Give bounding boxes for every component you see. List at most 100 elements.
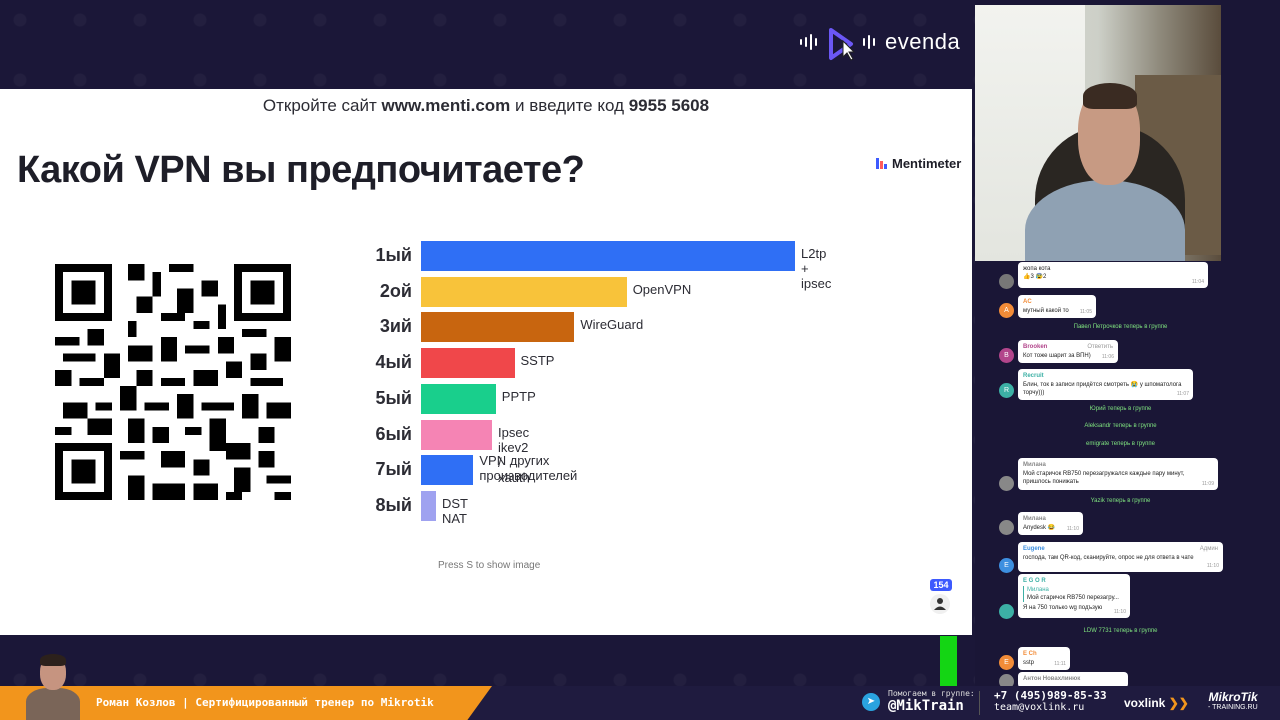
bar: [421, 241, 795, 271]
bar-rank-label: 6ый: [375, 423, 412, 444]
chat-message[interactable]: E Ch sstp 11:11: [1018, 647, 1070, 670]
presentation-slide: Откройте сайт www.menti.com и введите ко…: [0, 89, 972, 635]
slide-instructions: Откройте сайт www.menti.com и введите ко…: [0, 96, 972, 116]
chat-system-message: Павел Петрочков теперь в группе: [1073, 324, 1168, 330]
bar: [421, 419, 493, 450]
chat-text: Я на 750 только wg подъзую: [1023, 605, 1103, 611]
chat-author[interactable]: Brooken Ответить: [1023, 343, 1113, 351]
chat-action: Админ: [1199, 546, 1218, 552]
chat-system-message: Yazik теперь в группе: [1090, 498, 1151, 504]
bar-rank-label: 3ий: [379, 316, 412, 337]
contact-phone[interactable]: +7 (495)989-85-33: [994, 689, 1107, 702]
chat-message[interactable]: Recruit Блин, ток в записи придётся смотр…: [1018, 369, 1193, 400]
presenter-webcam: [975, 5, 1221, 261]
person-icon: [930, 594, 950, 614]
voxlink-logo: voxlink ❯❯: [1124, 696, 1189, 710]
chat-author[interactable]: Милана: [1023, 461, 1213, 469]
chat-time: 11:10: [1206, 563, 1219, 569]
chat-time: 11:11: [1054, 661, 1066, 667]
bar: [421, 383, 496, 414]
bar: [421, 348, 515, 379]
webcam-person-hair: [1083, 83, 1137, 109]
bar-rank-label: 8ый: [375, 494, 412, 515]
bar-option-label: DST NAT: [441, 495, 468, 526]
chat-time: 11:04: [1191, 279, 1204, 285]
menti-code: 9955 5608: [628, 96, 710, 115]
mentimeter-label: Mentimeter: [892, 156, 962, 171]
presenter-name: Роман Козлов | Сертифицированный тренер …: [96, 696, 434, 709]
chat-avatar[interactable]: [999, 520, 1014, 535]
chat-author[interactable]: AC: [1023, 298, 1091, 306]
bar: [421, 276, 627, 307]
response-count-badge: 154: [930, 579, 952, 591]
bar-rank-label: 4ый: [375, 352, 412, 373]
bar-rank-label: 2ой: [379, 280, 412, 301]
evenda-logo: evenda: [800, 22, 960, 62]
bar-rank-label: 1ый: [375, 245, 412, 265]
chat-action: Ответить: [1087, 344, 1113, 350]
play-cursor-icon: [827, 27, 856, 61]
chat-reactions[interactable]: 👍3 😰2: [1023, 273, 1203, 281]
qr-code-icon[interactable]: [53, 264, 293, 500]
telegram-group[interactable]: Помогаем в группе: @MikTrain: [888, 689, 975, 714]
bar-option-label: L2tp + ipsec: [801, 246, 832, 291]
chat-system-message: emigrate теперь в группе: [1086, 441, 1155, 447]
chat-avatar[interactable]: [999, 274, 1014, 289]
slide-title: Какой VPN вы предпочитаете?: [17, 149, 585, 191]
telegram-icon[interactable]: ➤: [862, 693, 880, 711]
chat-quote[interactable]: Милана Мой старичок RB750 перезагру...: [1023, 586, 1125, 602]
chat-avatar[interactable]: E: [999, 655, 1014, 670]
chat-avatar[interactable]: E: [999, 558, 1014, 573]
voxlink-mark-icon: ❯❯: [1168, 696, 1189, 710]
chat-author[interactable]: Eugene Админ: [1023, 545, 1218, 553]
contact-email[interactable]: team@voxlink.ru: [994, 702, 1107, 713]
chat-quote-text: Мой старичок RB750 перезагру...: [1027, 595, 1119, 601]
chat-message[interactable]: Милана Anydesk 😂 11:10: [1018, 512, 1083, 535]
mentimeter-logo: Mentimeter: [876, 156, 961, 171]
mentimeter-icon: [876, 158, 887, 169]
chat-message[interactable]: AC мутный какой то 11:05: [1018, 295, 1096, 318]
bar-option-label: OpenVPN: [632, 281, 692, 297]
chat-system-message: LDW 7731 теперь в группе: [1083, 628, 1158, 634]
chat-panel[interactable]: жопа кота 👍3 😰2 11:04 A AC мутный какой то 11:…: [993, 262, 1233, 690]
chat-author[interactable]: Антон Новахлинюк: [1023, 675, 1123, 683]
chat-author[interactable]: Recruit: [1023, 372, 1188, 380]
chat-message[interactable]: жопа кота 👍3 😰2 11:04: [1018, 262, 1208, 288]
menti-url[interactable]: www.menti.com: [382, 96, 511, 115]
mikrotik-text: MikroTik: [1208, 690, 1258, 704]
sound-wave-icon: [863, 35, 875, 49]
chat-avatar[interactable]: [999, 476, 1014, 491]
chat-system-message: Юрий теперь в группе: [1089, 406, 1152, 412]
chat-author[interactable]: Е G O R: [1023, 577, 1125, 585]
chat-author[interactable]: E Ch: [1023, 650, 1065, 658]
instructions-prefix: Откройте сайт: [262, 96, 382, 115]
chat-author[interactable]: Милана: [1023, 515, 1078, 523]
bar-option-label: VPN других производителей: [479, 453, 578, 484]
chat-text: Мой старичок RB750 перезагружался каждые…: [1023, 471, 1185, 485]
bar-option-label: PPTP: [501, 388, 536, 404]
chat-message[interactable]: Е G O R Милана Мой старичок RB750 перезагр…: [1018, 574, 1130, 618]
bar-option-label: SSTP: [520, 353, 555, 369]
brand-name: evenda: [885, 29, 961, 54]
mikrotik-sub: - TRAINING.RU: [1208, 704, 1258, 711]
chat-avatar[interactable]: [999, 604, 1014, 619]
chat-time: 11:10: [1113, 609, 1126, 615]
chat-text: Кот тоже шарит за ВПН): [1023, 353, 1091, 359]
chat-text: Блин, ток в записи придётся смотреть 😭 у…: [1023, 382, 1182, 396]
chat-message[interactable]: Eugene Админ господа, там QR-код, сканируй…: [1018, 542, 1223, 572]
chat-avatar[interactable]: A: [999, 303, 1014, 318]
chat-avatar[interactable]: B: [999, 348, 1014, 363]
chat-time: 11:06: [1101, 354, 1114, 360]
bar-rank-label: 5ый: [375, 387, 412, 408]
chat-message[interactable]: Милана Мой старичок RB750 перезагружался …: [1018, 458, 1218, 490]
chat-avatar[interactable]: R: [999, 383, 1014, 398]
footer-divider: [979, 691, 980, 715]
chat-text: господа, там QR-код, сканируйте, опрос н…: [1023, 555, 1194, 561]
bar-option-label: WireGuard: [580, 317, 644, 333]
chat-time: 11:07: [1176, 391, 1189, 397]
voxlink-text: voxlink: [1124, 696, 1166, 710]
audio-level-indicator: [940, 636, 957, 690]
group-handle[interactable]: @MikTrain: [888, 698, 975, 714]
group-prefix: Помогаем в группе:: [888, 689, 975, 698]
chat-message[interactable]: Brooken Ответить Кот тоже шарит за ВПН) 11:…: [1018, 340, 1118, 363]
